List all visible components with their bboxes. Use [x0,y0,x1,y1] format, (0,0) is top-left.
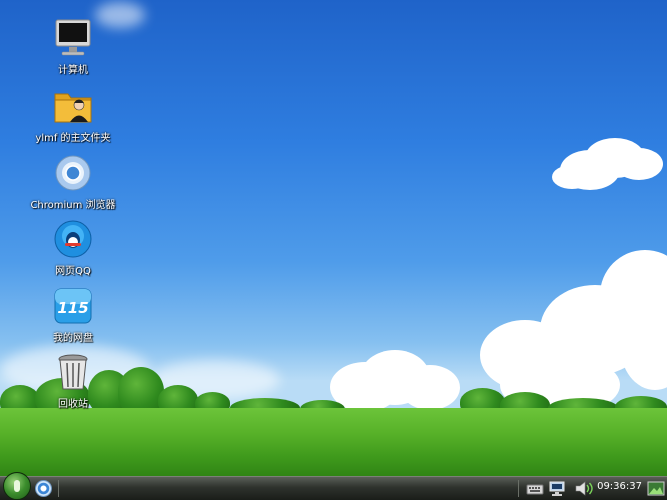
desktop-icon-label: 回收站 [58,399,88,410]
desktop-icon-web-qq[interactable]: 网页QQ [18,219,128,277]
desktop-icon-chromium[interactable]: Chromium 浏览器 [18,153,128,211]
chromium-launcher-button[interactable] [35,480,52,497]
desktop-icon-label: Chromium 浏览器 [30,200,116,211]
taskbar-separator [518,480,519,497]
grass-field [0,408,667,476]
desktop[interactable]: 计算机 ylmf 的主文件夹 Chromium 浏览器 网页QQ 115 我的网… [0,0,667,476]
computer-icon [53,18,93,58]
desktop-icon-computer[interactable]: 计算机 [18,18,128,76]
svg-text:115: 115 [57,299,88,317]
taskbar-separator [58,480,59,497]
trash-icon [53,352,93,392]
qq-icon [53,219,93,259]
desktop-icon-label: 我的网盘 [53,333,93,344]
115-icon: 115 [53,286,93,326]
network-icon[interactable] [548,480,568,497]
taskbar-clock[interactable]: 09:36:37 [597,481,642,492]
desktop-icon-label: ylmf 的主文件夹 [35,133,111,144]
desktop-icon-trash[interactable]: 回收站 [18,352,128,410]
desktop-icon-label: 计算机 [58,65,88,76]
taskbar: 09:36:37 [0,472,667,500]
keyboard-icon[interactable] [526,480,544,497]
start-menu-button[interactable] [3,472,31,500]
desktop-icon-my-netdisk[interactable]: 115 我的网盘 [18,286,128,344]
show-desktop-icon[interactable] [647,480,665,497]
home-folder-icon [53,86,93,126]
desktop-icon-label: 网页QQ [55,266,91,277]
volume-icon[interactable] [574,480,596,497]
chromium-icon [53,153,93,193]
desktop-icon-home-folder[interactable]: ylmf 的主文件夹 [18,86,128,144]
